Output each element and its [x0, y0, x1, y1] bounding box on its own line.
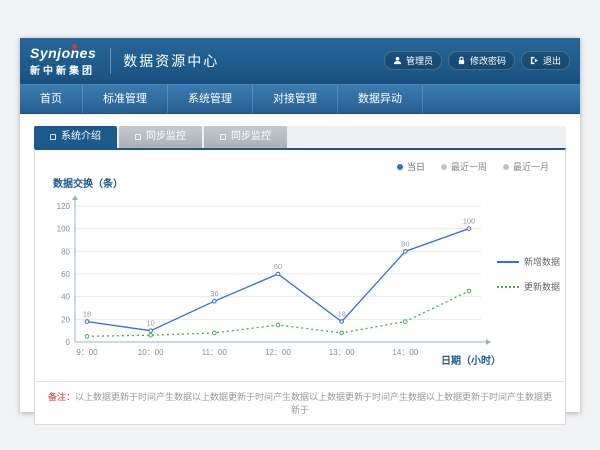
header-divider — [110, 48, 111, 74]
legend-item-new-data: 新增数据 — [497, 255, 565, 268]
tab-label: 系统介绍 — [61, 126, 101, 148]
svg-text:40: 40 — [61, 293, 70, 302]
chart-row: 0 20 40 60 80 100 120 9：00 10：00 11：00 12：00 13：00 1… — [35, 190, 565, 368]
svg-text:10: 10 — [146, 319, 154, 328]
logo-red-dot-icon — [72, 44, 77, 49]
user-button[interactable]: 管理员 — [384, 51, 442, 70]
footnote-text: 以上数据更新于时间产生数据以上数据更新于时间产生数据以上数据更新于时间产生数据以… — [75, 392, 552, 415]
tab-icon — [50, 134, 56, 140]
tab-label: 同步监控 — [146, 126, 186, 148]
legend-item-updated-data: 更新数据 — [497, 280, 565, 293]
nav-item-system-mgmt[interactable]: 系统管理 — [168, 85, 253, 113]
svg-text:0: 0 — [66, 338, 71, 347]
svg-text:60: 60 — [61, 270, 70, 279]
svg-text:13：00: 13：00 — [329, 348, 355, 357]
nav-item-home[interactable]: 首页 — [20, 85, 83, 113]
footnote-prefix: 备注： — [48, 392, 75, 402]
filter-last-week[interactable]: 最近一周 — [441, 160, 487, 173]
header: Synjones 新中新集团 数据资源中心 管理员 修改密码 — [20, 38, 580, 84]
user-icon — [393, 56, 402, 65]
radio-dot-icon — [441, 164, 447, 170]
legend-line-solid-icon — [497, 261, 519, 263]
logo-subtitle: 新中新集团 — [30, 62, 96, 77]
logout-icon — [530, 56, 539, 65]
tab-sync-monitor-1[interactable]: 同步监控 — [119, 126, 202, 148]
y-axis-title: 数据交换（条） — [53, 175, 565, 190]
tab-icon — [135, 134, 141, 140]
logo-text: Synjones — [30, 46, 96, 60]
logout-button[interactable]: 退出 — [521, 51, 570, 70]
change-password-button[interactable]: 修改密码 — [448, 51, 515, 70]
svg-text:12：00: 12：00 — [265, 348, 291, 357]
filter-label: 最近一周 — [451, 160, 487, 173]
legend-label: 新增数据 — [524, 255, 560, 268]
radio-dot-icon — [503, 164, 509, 170]
nav-item-standard-mgmt[interactable]: 标准管理 — [83, 85, 168, 113]
logo: Synjones 新中新集团 — [30, 46, 108, 77]
change-password-label: 修改密码 — [470, 54, 506, 67]
main-nav: 首页 标准管理 系统管理 对接管理 数据异动 — [20, 84, 580, 114]
svg-text:18: 18 — [83, 310, 91, 319]
line-chart: 0 20 40 60 80 100 120 9：00 10：00 11：00 12：00 13：00 1… — [41, 190, 497, 368]
tab-bar: 系统介绍 同步监控 同步监控 — [34, 126, 566, 148]
time-range-filters: 当日 最近一周 最近一月 — [35, 150, 565, 173]
header-actions: 管理员 修改密码 退出 — [384, 51, 570, 70]
tab-icon — [220, 134, 226, 140]
tab-system-intro[interactable]: 系统介绍 — [34, 126, 117, 148]
legend-label: 更新数据 — [524, 280, 560, 293]
svg-text:14：00: 14：00 — [392, 348, 418, 357]
svg-text:18: 18 — [337, 310, 345, 319]
filter-label: 最近一月 — [513, 160, 549, 173]
svg-text:11：00: 11：00 — [202, 348, 228, 357]
svg-text:100: 100 — [463, 217, 476, 226]
chart-legend: 新增数据 更新数据 — [497, 255, 565, 293]
app-window: Synjones 新中新集团 数据资源中心 管理员 修改密码 — [20, 38, 580, 412]
app-title: 数据资源中心 — [123, 51, 219, 71]
legend-line-dotted-icon — [497, 286, 519, 288]
svg-text:10：00: 10：00 — [138, 348, 164, 357]
svg-text:20: 20 — [61, 315, 70, 324]
filter-label: 当日 — [407, 160, 425, 173]
nav-item-data-change[interactable]: 数据异动 — [338, 85, 423, 113]
svg-text:80: 80 — [61, 247, 70, 256]
nav-item-connect-mgmt[interactable]: 对接管理 — [253, 85, 338, 113]
logout-label: 退出 — [543, 54, 561, 67]
svg-text:120: 120 — [57, 202, 71, 211]
svg-text:80: 80 — [401, 239, 409, 248]
tab-label: 同步监控 — [231, 126, 271, 148]
content-area: 系统介绍 同步监控 同步监控 当日 最近一周 — [20, 114, 580, 425]
tab-sync-monitor-2[interactable]: 同步监控 — [204, 126, 287, 148]
radio-dot-icon — [397, 164, 403, 170]
svg-text:100: 100 — [57, 225, 71, 234]
svg-text:9：00: 9：00 — [76, 348, 98, 357]
svg-text:36: 36 — [210, 289, 218, 298]
lock-icon — [457, 56, 466, 65]
user-label: 管理员 — [406, 54, 433, 67]
filter-last-month[interactable]: 最近一月 — [503, 160, 549, 173]
svg-text:60: 60 — [274, 262, 282, 271]
chart-panel: 当日 最近一周 最近一月 数据交换（条） 0 20 40 60 80 100 120 9：00… — [34, 148, 566, 425]
filter-today[interactable]: 当日 — [397, 160, 425, 173]
footnote: 备注：以上数据更新于时间产生数据以上数据更新于时间产生数据以上数据更新于时间产生… — [35, 381, 565, 420]
